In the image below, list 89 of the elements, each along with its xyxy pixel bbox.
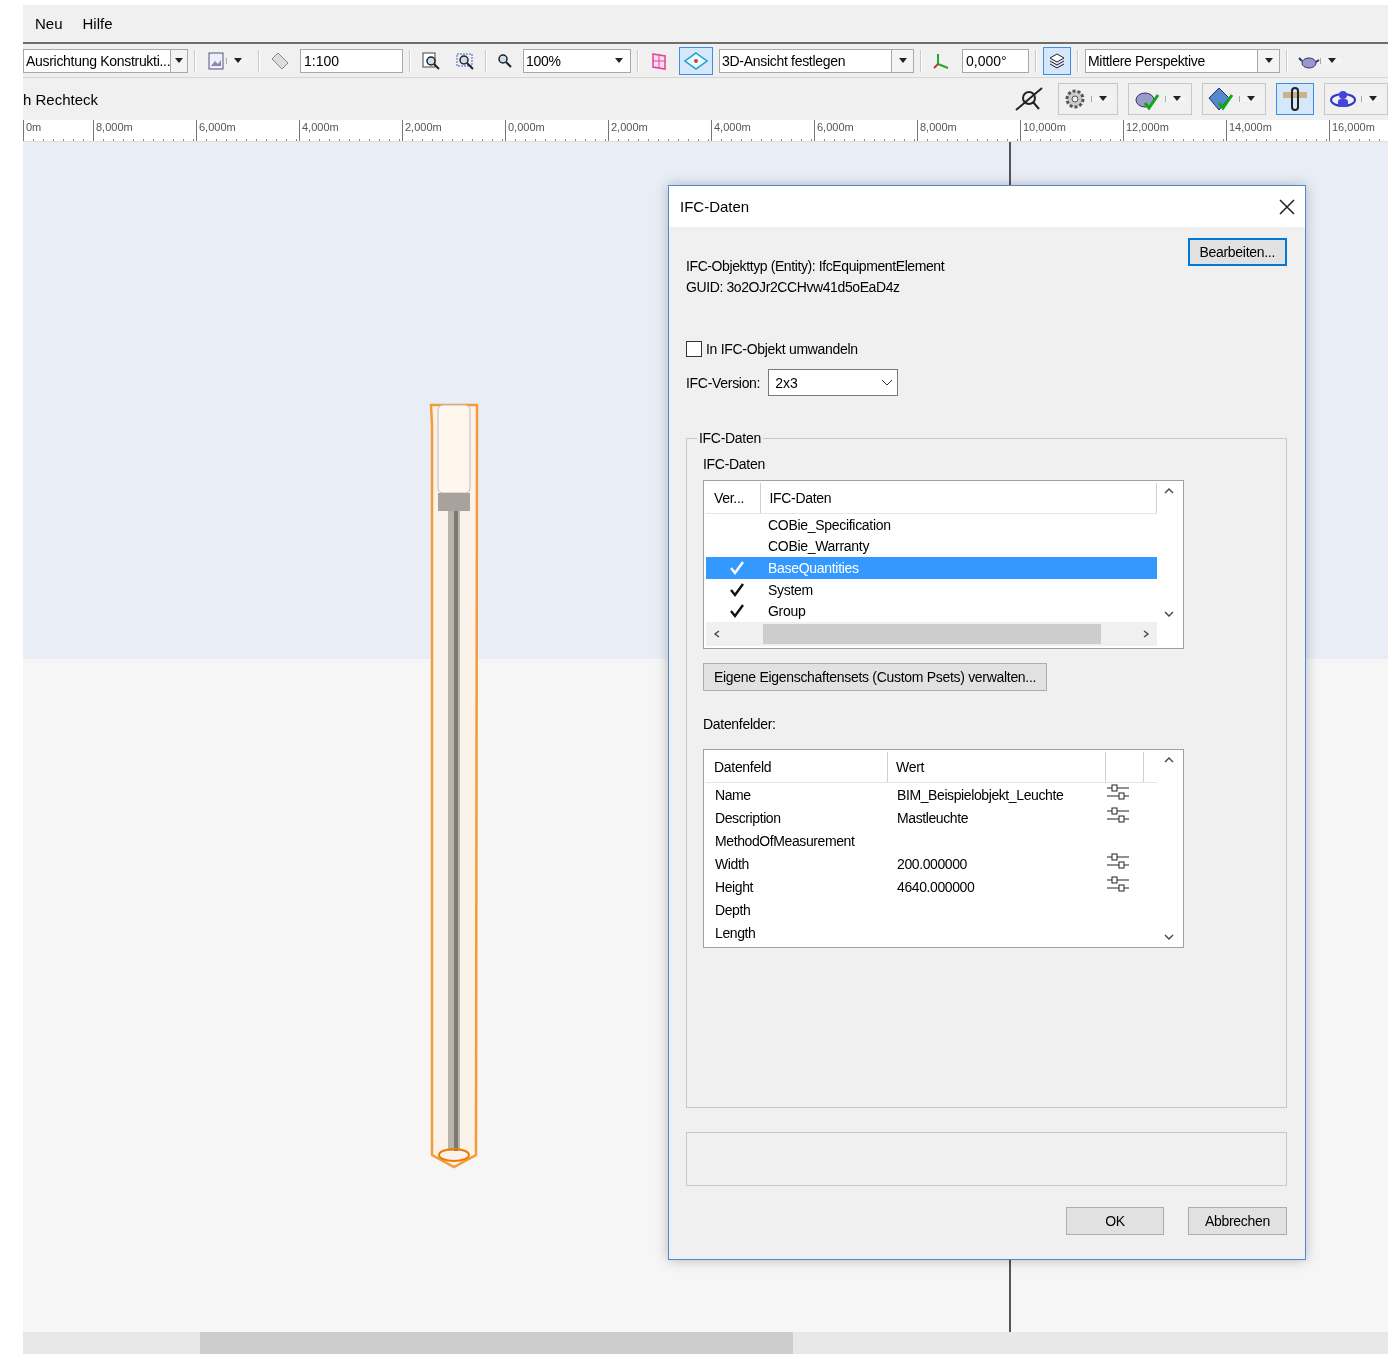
chevron-down-icon — [881, 378, 894, 387]
table-cell-text: Mastleuchte — [896, 809, 970, 826]
column-header[interactable]: Ver... — [706, 483, 762, 513]
version-label: IFC-Version: — [686, 374, 761, 391]
column-header[interactable]: Datenfeld — [706, 752, 888, 782]
column-header[interactable]: Wert — [888, 752, 1106, 782]
ruler-label: 14,000m — [1226, 120, 1329, 141]
image-icon — [206, 50, 226, 71]
table-cell-text: Length — [714, 924, 757, 941]
table-cell-text: Width — [714, 855, 750, 872]
list-row[interactable]: Group — [706, 600, 1157, 622]
caret-icon — [1245, 96, 1256, 102]
chevron-down-icon[interactable] — [1164, 610, 1174, 618]
mode-label: h Rechteck — [23, 90, 99, 108]
input-field[interactable]: 0,000° — [962, 48, 1029, 73]
ruler-label: 0,000m — [505, 120, 608, 141]
input-field[interactable]: 1:100 — [300, 48, 403, 73]
table-cell-text: Name — [714, 786, 752, 803]
fields-label: Datenfelder: — [703, 716, 777, 732]
menu-item[interactable]: Neu — [35, 15, 63, 32]
list-label: IFC-Daten — [703, 456, 766, 472]
view-dropdown[interactable]: Ausrichtung Konstrukti... — [23, 48, 188, 73]
ruler-label: 6,000m — [196, 120, 299, 141]
entity-label: IFC-Objekttyp (Entity): IfcEquipmentElement — [686, 258, 945, 274]
guid-label: GUID: 3o2OJr2CCHvw41d5oEaD4z — [686, 279, 901, 295]
ruler-label: 2,000m — [402, 120, 505, 141]
caret-icon — [614, 57, 624, 64]
custom-psets-button[interactable]: Eigene Eigenschaftensets (Custom Psets) verwalten... — [703, 663, 1048, 691]
table-cell-text: Description — [714, 809, 782, 826]
caret-icon — [174, 57, 185, 64]
search-icon — [421, 50, 441, 71]
checkbox-label: In IFC-Objekt umwandeln — [706, 341, 858, 357]
table-cell-text: 4640.000000 — [896, 878, 976, 895]
chevron-down-icon[interactable] — [1164, 933, 1174, 941]
caret-icon — [1367, 96, 1378, 102]
scrollbar[interactable] — [23, 1332, 1388, 1354]
table-cell-text: Depth — [714, 901, 752, 918]
list-row[interactable]: COBie_Specification — [706, 514, 1157, 536]
version-select[interactable]: 2x3 — [768, 369, 899, 396]
caret-icon — [1171, 96, 1182, 102]
dialog-button[interactable]: Abbrechen — [1188, 1207, 1287, 1235]
ruler-label: 4,000m — [711, 120, 814, 141]
list-row[interactable]: System — [706, 578, 1157, 601]
magnifier-icon — [1014, 86, 1044, 112]
chain-icon — [1281, 86, 1309, 112]
ruler-label: 12,000m — [1123, 120, 1226, 141]
toolbar-button[interactable] — [1202, 83, 1266, 115]
gear-icon — [1063, 87, 1087, 111]
ruler-label: 10,000m — [1020, 120, 1123, 141]
caret-icon — [897, 57, 908, 64]
search-icon — [497, 52, 513, 69]
chevron-up-icon[interactable] — [1164, 487, 1174, 495]
ruler-label: 4,000m — [299, 120, 402, 141]
chevron-up-icon[interactable] — [1164, 756, 1174, 764]
ruler-label: 2,000m — [608, 120, 711, 141]
ruler-icon — [270, 50, 290, 71]
caret-icon — [1097, 96, 1108, 102]
view-dropdown[interactable]: 3D-Ansicht festlegen — [719, 48, 914, 73]
checkbox[interactable] — [686, 341, 702, 357]
list-row[interactable]: COBie_Warranty — [706, 535, 1157, 558]
scrollbar[interactable] — [706, 622, 1157, 646]
column-header[interactable]: IFC-Daten — [761, 483, 1157, 513]
chevron-right-icon[interactable] — [1141, 630, 1151, 638]
caret-icon — [232, 57, 243, 64]
toolbar-button[interactable] — [1058, 83, 1118, 115]
group-title: IFC-Daten — [698, 430, 762, 446]
view-dropdown[interactable]: 100% — [523, 48, 631, 73]
ruler-label: 8,000m — [93, 120, 196, 141]
dialog-title: IFC-Daten — [680, 198, 750, 215]
search-icon — [455, 50, 475, 71]
toolbar-button[interactable] — [1324, 83, 1388, 115]
table-cell-text: 200.000000 — [896, 855, 968, 872]
edit-button[interactable]: Bearbeiten... — [1187, 238, 1287, 266]
menu-item[interactable]: Hilfe — [82, 15, 113, 32]
ruler-label: 6,000m — [814, 120, 917, 141]
toolbar-button[interactable] — [1043, 46, 1071, 75]
ruler-label: 8,000m — [917, 120, 1020, 141]
table-cell-text: Height — [714, 878, 755, 895]
plane-icon — [683, 49, 709, 72]
frame-icon — [649, 50, 669, 71]
chevron-left-icon[interactable] — [712, 630, 722, 638]
close-icon[interactable] — [1279, 198, 1295, 215]
table-cell-text: BIM_Beispielobjekt_Leuchte — [896, 786, 1065, 803]
table-cell-text: MethodOfMeasurement — [714, 832, 856, 849]
view-dropdown[interactable]: Mittlere Perspektive — [1085, 48, 1280, 73]
dialog-button[interactable]: OK — [1066, 1207, 1164, 1235]
caret-icon — [1326, 57, 1337, 64]
toolbar-button[interactable] — [1276, 83, 1314, 115]
caret-icon — [1263, 57, 1274, 64]
